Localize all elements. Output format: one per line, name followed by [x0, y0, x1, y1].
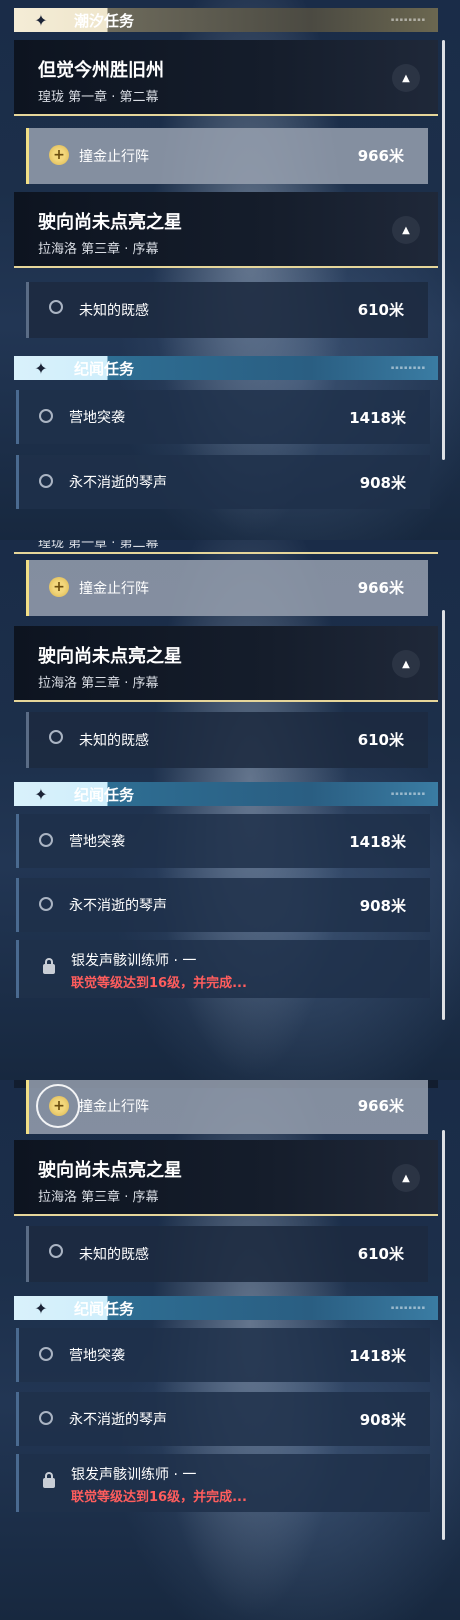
- task-name: 撞金止行阵: [79, 581, 149, 597]
- header-decoration: ▪▪▪▪▪▪▪▪: [390, 791, 426, 797]
- story-subtitle: 拉海洛 第三章 · 序幕: [38, 676, 159, 691]
- untracked-circle-icon: [39, 833, 53, 847]
- story-title: 驶向尚未点亮之星: [38, 212, 182, 233]
- chronicle-badge: ✦: [14, 1296, 68, 1320]
- quest-panel-frame-2: 瑝珑 第一章 · 第二幕 + 撞金止行阵 966米 驶向尚未点亮之星 拉海洛 第…: [0, 540, 460, 1080]
- task-distance: 908米: [359, 474, 406, 492]
- focus-ring: [36, 1084, 80, 1128]
- task-jinzhi[interactable]: + 撞金止行阵 966米: [26, 560, 428, 616]
- chronicle-quest-header[interactable]: ✦ 纪闻任务 ▪▪▪▪▪▪▪▪: [14, 1296, 438, 1320]
- tide-badge: ✦: [14, 8, 68, 32]
- chronicle-quest-title: 纪闻任务: [74, 359, 135, 378]
- task-weizhi[interactable]: 未知的既感 610米: [26, 282, 428, 338]
- untracked-circle-icon: [39, 1411, 53, 1425]
- scrollbar[interactable]: [442, 1130, 445, 1540]
- untracked-circle-icon: [39, 409, 53, 423]
- task-distance: 1418米: [349, 1347, 406, 1365]
- lock-icon: [43, 1472, 55, 1488]
- collapse-toggle-icon[interactable]: ▲: [392, 650, 420, 678]
- chronicle-badge: ✦: [14, 782, 68, 806]
- untracked-circle-icon: [49, 300, 63, 314]
- scrollbar[interactable]: [442, 40, 445, 460]
- task-yingdi[interactable]: 营地突袭 1418米: [16, 390, 430, 444]
- task-distance: 908米: [359, 897, 406, 915]
- task-jinzhi[interactable]: + 撞金止行阵 966米: [26, 1080, 428, 1134]
- task-distance: 610米: [357, 1245, 404, 1263]
- untracked-circle-icon: [39, 474, 53, 488]
- header-decoration: ▪▪▪▪▪▪▪▪: [390, 365, 426, 371]
- task-name: 未知的既感: [79, 303, 149, 319]
- locked-requirement: 联觉等级达到16级，并完成...: [71, 976, 247, 991]
- task-distance: 966米: [357, 147, 404, 165]
- story-card-2[interactable]: 驶向尚未点亮之星 拉海洛 第三章 · 序幕 ▲: [14, 1140, 438, 1216]
- task-distance: 908米: [359, 1411, 406, 1429]
- locked-task-name: 银发声骸训练师 · 一: [71, 1467, 197, 1483]
- task-distance: 966米: [357, 1097, 404, 1115]
- chronicle-quest-header[interactable]: ✦ 纪闻任务 ▪▪▪▪▪▪▪▪: [14, 356, 438, 380]
- task-distance: 610米: [357, 301, 404, 319]
- tide-quest-title: 潮汐任务: [74, 11, 135, 30]
- story-subtitle: 拉海洛 第三章 · 序幕: [38, 242, 159, 257]
- lock-icon: [43, 958, 55, 974]
- task-qinsheng[interactable]: 永不消逝的琴声 908米: [16, 1392, 430, 1446]
- task-name: 营地突袭: [69, 1348, 125, 1364]
- untracked-circle-icon: [49, 1244, 63, 1258]
- locked-task[interactable]: 银发声骸训练师 · 一 联觉等级达到16级，并完成...: [16, 1454, 430, 1512]
- header-decoration: ▪▪▪▪▪▪▪▪: [390, 17, 426, 23]
- locked-requirement: 联觉等级达到16级，并完成...: [71, 1490, 247, 1505]
- task-yingdi[interactable]: 营地突袭 1418米: [16, 1328, 430, 1382]
- star-icon: ✦: [34, 784, 48, 804]
- collapse-toggle-icon[interactable]: ▲: [392, 1164, 420, 1192]
- task-qinsheng[interactable]: 永不消逝的琴声 908米: [16, 878, 430, 932]
- story-title: 驶向尚未点亮之星: [38, 646, 182, 667]
- untracked-circle-icon: [49, 730, 63, 744]
- collapse-toggle-icon[interactable]: ▲: [392, 64, 420, 92]
- tracked-coin-icon: +: [49, 577, 69, 597]
- story-subtitle: 瑝珑 第一章 · 第二幕: [38, 90, 159, 105]
- locked-task-name: 银发声骸训练师 · 一: [71, 953, 197, 969]
- task-name: 未知的既感: [79, 733, 149, 749]
- story-card-1[interactable]: 但觉今州胜旧州 瑝珑 第一章 · 第二幕 ▲: [14, 40, 438, 116]
- task-distance: 966米: [357, 579, 404, 597]
- chronicle-quest-title: 纪闻任务: [74, 1299, 135, 1318]
- star-icon: ✦: [34, 358, 48, 378]
- quest-panel-frame-1: ✦ 潮汐任务 ▪▪▪▪▪▪▪▪ 但觉今州胜旧州 瑝珑 第一章 · 第二幕 ▲ +…: [0, 0, 460, 540]
- chronicle-quest-header[interactable]: ✦ 纪闻任务 ▪▪▪▪▪▪▪▪: [14, 782, 438, 806]
- task-name: 永不消逝的琴声: [69, 1412, 167, 1428]
- task-yingdi[interactable]: 营地突袭 1418米: [16, 814, 430, 868]
- chronicle-quest-title: 纪闻任务: [74, 785, 135, 804]
- task-jinzhi[interactable]: + 撞金止行阵 966米: [26, 128, 428, 184]
- locked-task[interactable]: 银发声骸训练师 · 一 联觉等级达到16级，并完成...: [16, 940, 430, 998]
- task-distance: 610米: [357, 731, 404, 749]
- task-name: 撞金止行阵: [79, 1099, 149, 1115]
- task-name: 撞金止行阵: [79, 149, 149, 165]
- untracked-circle-icon: [39, 1347, 53, 1361]
- task-name: 营地突袭: [69, 410, 125, 426]
- header-decoration: ▪▪▪▪▪▪▪▪: [390, 1305, 426, 1311]
- story-subtitle: 拉海洛 第三章 · 序幕: [38, 1190, 159, 1205]
- star-icon: ✦: [34, 10, 48, 30]
- task-name: 永不消逝的琴声: [69, 475, 167, 491]
- story-title: 但觉今州胜旧州: [38, 60, 164, 81]
- task-distance: 1418米: [349, 409, 406, 427]
- task-name: 永不消逝的琴声: [69, 898, 167, 914]
- star-icon: ✦: [34, 1298, 48, 1318]
- scrollbar[interactable]: [442, 610, 445, 1020]
- task-weizhi[interactable]: 未知的既感 610米: [26, 712, 428, 768]
- task-name: 未知的既感: [79, 1247, 149, 1263]
- story-card-divider: [14, 552, 438, 554]
- task-qinsheng[interactable]: 永不消逝的琴声 908米: [16, 455, 430, 509]
- story-title: 驶向尚未点亮之星: [38, 1160, 182, 1181]
- story-card-2[interactable]: 驶向尚未点亮之星 拉海洛 第三章 · 序幕 ▲: [14, 192, 438, 268]
- task-name: 营地突袭: [69, 834, 125, 850]
- task-distance: 1418米: [349, 833, 406, 851]
- task-weizhi[interactable]: 未知的既感 610米: [26, 1226, 428, 1282]
- tracked-coin-icon: +: [49, 145, 69, 165]
- collapse-toggle-icon[interactable]: ▲: [392, 216, 420, 244]
- chronicle-badge: ✦: [14, 356, 68, 380]
- quest-panel-frame-3: + 撞金止行阵 966米 驶向尚未点亮之星 拉海洛 第三章 · 序幕 ▲ 未知的…: [0, 1080, 460, 1620]
- tide-quest-header[interactable]: ✦ 潮汐任务 ▪▪▪▪▪▪▪▪: [14, 8, 438, 32]
- untracked-circle-icon: [39, 897, 53, 911]
- story-card-2[interactable]: 驶向尚未点亮之星 拉海洛 第三章 · 序幕 ▲: [14, 626, 438, 702]
